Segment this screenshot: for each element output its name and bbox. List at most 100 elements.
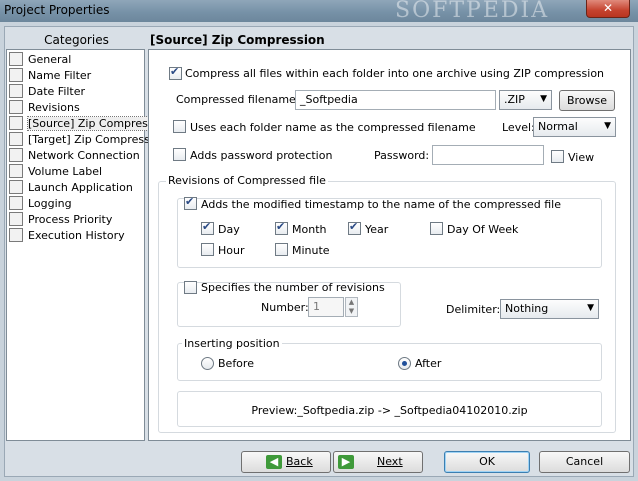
close-button[interactable]: ✕: [586, 0, 630, 18]
category-label: Network Connection: [28, 149, 140, 162]
hour-label: Hour: [218, 244, 245, 257]
zip-icon: [9, 116, 23, 130]
compress-all-label: Compress all files within each folder in…: [185, 67, 605, 80]
level-select[interactable]: Normal ▼: [533, 117, 616, 137]
priority-icon: [9, 212, 23, 226]
category-item[interactable]: Date Filter: [9, 84, 85, 100]
num-revisions-checkbox[interactable]: [184, 281, 197, 294]
categories-header: Categories: [44, 33, 109, 47]
password-protect-label: Adds password protection: [190, 149, 333, 162]
category-item[interactable]: [Source] Zip Compress: [9, 116, 155, 132]
arrow-left-icon: ◀: [266, 455, 282, 469]
year-checkbox[interactable]: [348, 220, 361, 235]
chevron-down-icon: ▼: [587, 303, 594, 313]
extension-select[interactable]: .ZIP ▼: [499, 90, 552, 110]
date-filter-icon: [9, 84, 23, 98]
level-label: Level:: [502, 121, 535, 134]
category-label: [Target] Zip Compress: [28, 133, 150, 146]
day-label: Day: [218, 223, 240, 236]
preview-text: Preview:_Softpedia.zip -> _Softpedia0410…: [251, 404, 528, 417]
browse-button[interactable]: Browse: [559, 90, 615, 111]
delimiter-label: Delimiter:: [446, 303, 501, 316]
password-input[interactable]: [432, 145, 544, 165]
chevron-down-icon: ▼: [540, 94, 547, 104]
category-item[interactable]: Launch Application: [9, 180, 133, 196]
day-of-week-label: Day Of Week: [447, 223, 519, 236]
day-of-week-checkbox[interactable]: [430, 222, 443, 235]
next-label: Next: [377, 455, 403, 468]
arrow-right-icon: ▶: [338, 455, 354, 469]
minute-checkbox[interactable]: [275, 243, 288, 256]
category-label: [Source] Zip Compress: [27, 116, 155, 131]
category-label: Name Filter: [28, 69, 92, 82]
category-label: General: [28, 53, 72, 66]
category-label: Execution History: [28, 229, 125, 242]
chevron-down-icon: ▼: [604, 121, 611, 131]
watermark: SOFTPEDIA: [395, 0, 550, 23]
category-item[interactable]: [Target] Zip Compress: [9, 132, 150, 148]
revisions-group-title: Revisions of Compressed file: [166, 174, 328, 188]
timestamp-checkbox[interactable]: [184, 195, 197, 210]
cancel-button[interactable]: Cancel: [539, 451, 630, 473]
num-revisions-label: Specifies the number of revisions: [201, 281, 385, 294]
category-item[interactable]: Volume Label: [9, 164, 102, 180]
categories-list: General Name Filter Date Filter Revisions [S…: [6, 49, 155, 441]
back-button[interactable]: ◀ Back: [241, 451, 331, 473]
spin-up-icon[interactable]: ▲: [349, 298, 354, 306]
compressed-filename-input[interactable]: _Softpedia: [295, 90, 496, 110]
category-label: Process Priority: [28, 213, 113, 226]
network-icon: [9, 148, 23, 162]
compressed-filename-label: Compressed filename:: [176, 93, 300, 106]
spin-down-icon[interactable]: ▼: [349, 307, 354, 315]
logging-icon: [9, 196, 23, 210]
day-checkbox[interactable]: [201, 220, 214, 235]
category-label: Volume Label: [28, 165, 103, 178]
next-button[interactable]: ▶ Next: [333, 451, 423, 473]
inserting-group-title: Inserting position: [182, 337, 282, 351]
category-item[interactable]: Revisions: [9, 100, 80, 116]
section-title: [Source] Zip Compression: [150, 33, 325, 47]
password-label: Password:: [374, 149, 430, 162]
before-radio[interactable]: [201, 357, 214, 370]
volume-icon: [9, 164, 23, 178]
delimiter-select[interactable]: Nothing ▼: [500, 299, 599, 319]
ok-button[interactable]: OK: [444, 451, 530, 473]
zip-icon: [9, 132, 23, 146]
category-item[interactable]: Logging: [9, 196, 72, 212]
launch-icon: [9, 180, 23, 194]
hour-checkbox[interactable]: [201, 243, 214, 256]
window-title: Project Properties: [4, 3, 110, 17]
settings-panel: Compress all files within each folder in…: [148, 49, 631, 441]
history-icon: [9, 228, 23, 242]
category-label: Launch Application: [28, 181, 133, 194]
month-label: Month: [292, 223, 327, 236]
level-value: Normal: [538, 120, 578, 133]
category-item[interactable]: General: [9, 52, 71, 68]
category-item[interactable]: Process Priority: [9, 212, 112, 228]
revisions-icon: [9, 100, 23, 114]
category-item[interactable]: Network Connection: [9, 148, 140, 164]
number-label: Number:: [261, 301, 309, 314]
category-label: Logging: [28, 197, 72, 210]
compress-all-checkbox[interactable]: [169, 65, 182, 80]
extension-value: .ZIP: [504, 93, 525, 106]
category-label: Date Filter: [28, 85, 86, 98]
category-label: Revisions: [28, 101, 80, 114]
category-item[interactable]: Execution History: [9, 228, 125, 244]
name-filter-icon: [9, 68, 23, 82]
view-password-label: View: [568, 151, 595, 164]
after-radio[interactable]: [398, 357, 411, 370]
use-folder-name-label: Uses each folder name as the compressed …: [190, 121, 476, 134]
after-label: After: [415, 357, 442, 370]
general-icon: [9, 52, 23, 66]
password-protect-checkbox[interactable]: [173, 148, 186, 161]
year-label: Year: [365, 223, 389, 236]
number-input[interactable]: 1: [308, 297, 344, 317]
use-folder-name-checkbox[interactable]: [173, 120, 186, 133]
month-checkbox[interactable]: [275, 220, 288, 235]
back-label: Back: [286, 455, 313, 468]
number-spinner[interactable]: ▲ ▼: [345, 297, 358, 317]
view-password-checkbox[interactable]: [551, 150, 564, 163]
category-item[interactable]: Name Filter: [9, 68, 91, 84]
minute-label: Minute: [292, 244, 330, 257]
